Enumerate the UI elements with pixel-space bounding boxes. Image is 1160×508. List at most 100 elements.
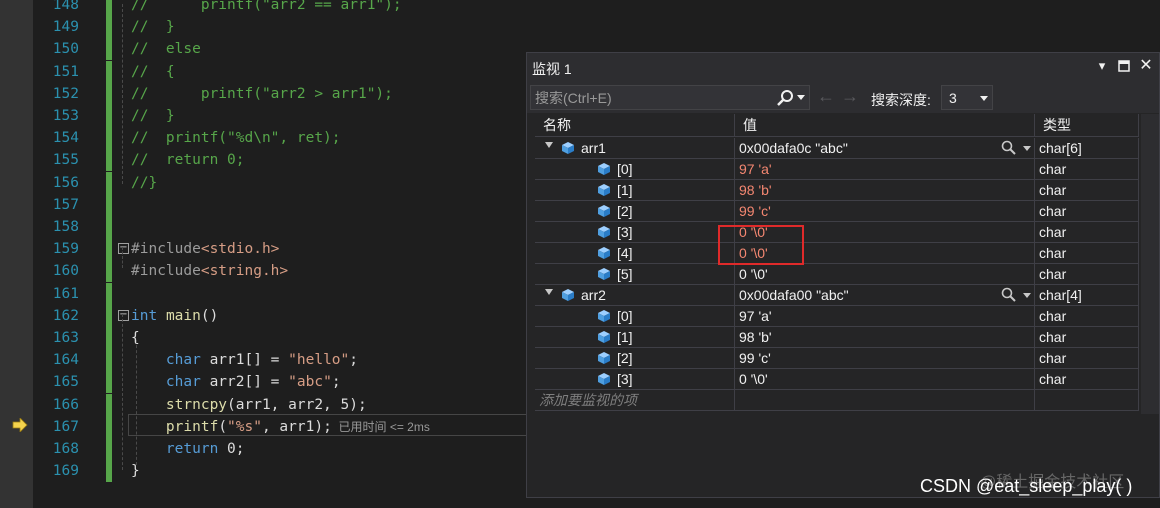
change-marker xyxy=(106,127,112,150)
search-depth-label: 搜索深度: xyxy=(871,92,931,108)
change-marker xyxy=(106,171,112,194)
variable-icon xyxy=(562,289,574,301)
watch-value-cell[interactable]: 97 'a' xyxy=(735,159,1035,179)
watch-name: arr2 xyxy=(581,287,606,303)
watch-row[interactable]: [3] 0 '\0' char xyxy=(535,222,1139,243)
code-text: strncpy(arr1, arr2, 5); xyxy=(165,396,367,413)
line-number: 153 xyxy=(52,108,79,124)
code-line[interactable]: 159 − #include<stdio.h> xyxy=(33,238,533,261)
line-number: 148 xyxy=(52,0,79,13)
code-line[interactable]: 156 //} xyxy=(33,171,533,194)
code-line[interactable]: 161 xyxy=(33,282,533,305)
code-line[interactable]: 160 #include<string.h> xyxy=(33,260,533,283)
column-header-name[interactable]: 名称 xyxy=(535,114,735,137)
glyph-margin[interactable] xyxy=(0,0,33,508)
watch-name-cell: [3] xyxy=(535,369,735,389)
scrollbar[interactable] xyxy=(1141,114,1159,414)
collapse-icon[interactable]: − xyxy=(118,243,129,255)
code-line[interactable]: 169} xyxy=(33,460,533,483)
watch-value-cell[interactable]: 0 '\0' xyxy=(735,264,1035,284)
close-icon[interactable]: ✕ xyxy=(1137,57,1155,75)
change-marker xyxy=(106,149,112,172)
watch-value-cell[interactable]: 0x00dafa00 "abc" xyxy=(735,285,1035,305)
change-marker xyxy=(106,60,112,83)
watermark: CSDN @eat_sleep_play( ) xyxy=(920,476,1133,496)
watch-value-cell[interactable]: 0x00dafa0c "abc" xyxy=(735,138,1035,158)
code-line[interactable]: 153 // } xyxy=(33,105,533,127)
watch-row[interactable]: [0] 97 'a' char xyxy=(535,159,1139,180)
code-line[interactable]: 166 strncpy(arr1, arr2, 5); xyxy=(33,393,533,416)
watch-type: char[6] xyxy=(1035,138,1139,158)
watch-row[interactable]: arr1 0x00dafa0c "abc" char[6] xyxy=(535,138,1139,159)
line-number: 155 xyxy=(52,152,79,169)
change-marker xyxy=(106,371,112,394)
code-line[interactable]: 163{ xyxy=(33,327,533,349)
watch-row[interactable]: [1] 98 'b' char xyxy=(535,327,1139,348)
search-icon[interactable] xyxy=(775,88,795,108)
watch-row[interactable]: [2] 99 'c' char xyxy=(535,201,1139,222)
watch-name: [0] xyxy=(617,161,633,177)
watch-window[interactable]: 监视 1 ▾ ✕ ← → 搜索深度: 3 名称 值 类型 arr1 0x00daf… xyxy=(526,52,1160,498)
line-number: 159 xyxy=(52,241,79,258)
watch-row[interactable]: [0] 97 'a' char xyxy=(535,306,1139,327)
code-line[interactable]: 168 return 0; xyxy=(33,438,533,460)
watch-value-cell[interactable]: 98 'b' xyxy=(735,180,1035,200)
chevron-down-icon[interactable] xyxy=(980,96,988,101)
search-depth-select[interactable]: 3 xyxy=(941,85,993,110)
expand-icon[interactable] xyxy=(545,142,553,148)
line-number: 169 xyxy=(52,463,79,480)
watch-name: arr1 xyxy=(581,140,606,156)
forward-arrow-icon[interactable]: → xyxy=(841,87,861,106)
add-watch-row[interactable]: 添加要监视的项 xyxy=(535,390,1139,411)
visualizer-dropdown-icon[interactable] xyxy=(1023,146,1031,151)
search-input[interactable] xyxy=(535,89,765,107)
variable-icon xyxy=(598,352,610,364)
watch-row[interactable]: [1] 98 'b' char xyxy=(535,180,1139,201)
line-number: 168 xyxy=(52,441,79,457)
watch-row[interactable]: [4] 0 '\0' char xyxy=(535,243,1139,264)
watch-title-bar[interactable]: 监视 1 ▾ ✕ xyxy=(527,53,1159,81)
code-line[interactable]: 164 char arr1[] = "hello"; xyxy=(33,349,533,372)
indent-guide xyxy=(122,4,123,184)
add-watch-input[interactable]: 添加要监视的项 xyxy=(535,392,637,408)
variable-icon xyxy=(598,373,610,385)
search-box[interactable] xyxy=(530,85,810,110)
back-arrow-icon[interactable]: ← xyxy=(817,87,837,106)
watch-name-cell: [0] xyxy=(535,159,735,179)
code-line[interactable]: 158 xyxy=(33,216,533,238)
code-line[interactable]: 154 // printf("%d\n", ret); xyxy=(33,127,533,150)
maximize-icon[interactable] xyxy=(1115,57,1133,75)
code-line[interactable]: 155 // return 0; xyxy=(33,149,533,172)
watch-value-cell[interactable]: 0 '\0' xyxy=(735,369,1035,389)
watch-row[interactable]: [3] 0 '\0' char xyxy=(535,369,1139,390)
watch-value-cell[interactable]: 98 'b' xyxy=(735,327,1035,347)
code-line[interactable]: 149 // } xyxy=(33,16,533,39)
watch-row[interactable]: [5] 0 '\0' char xyxy=(535,264,1139,285)
expand-icon[interactable] xyxy=(545,289,553,295)
code-line[interactable]: 165 char arr2[] = "abc"; xyxy=(33,371,533,394)
code-line[interactable]: 151 // { xyxy=(33,60,533,83)
window-menu-icon[interactable]: ▾ xyxy=(1093,57,1111,75)
add-watch-cell[interactable]: 添加要监视的项 xyxy=(535,390,735,410)
code-line[interactable]: 152 // printf("arr2 > arr1"); xyxy=(33,82,533,105)
watch-value-cell[interactable]: 99 'c' xyxy=(735,348,1035,368)
magnifier-icon[interactable] xyxy=(1001,287,1017,303)
code-line[interactable]: 162 − int main() xyxy=(33,304,533,327)
code-line[interactable]: 148 // printf("arr2 == arr1"); xyxy=(33,0,533,16)
watch-value-cell[interactable]: 97 'a' xyxy=(735,306,1035,326)
watch-row[interactable]: [2] 99 'c' char xyxy=(535,348,1139,369)
code-line[interactable]: 157 xyxy=(33,193,533,216)
line-number: 154 xyxy=(52,130,79,147)
column-header-value[interactable]: 值 xyxy=(735,114,1035,137)
watch-name: [4] xyxy=(617,245,633,261)
visualizer-dropdown-icon[interactable] xyxy=(1023,293,1031,298)
column-header-type[interactable]: 类型 xyxy=(1035,114,1139,137)
search-dropdown-icon[interactable] xyxy=(797,95,805,100)
change-marker xyxy=(106,327,112,349)
change-marker xyxy=(106,460,112,483)
collapse-icon[interactable]: − xyxy=(118,309,129,321)
code-line[interactable]: 150 // else xyxy=(33,38,533,61)
watch-row[interactable]: arr2 0x00dafa00 "abc" char[4] xyxy=(535,285,1139,306)
watch-value-cell[interactable]: 99 'c' xyxy=(735,201,1035,221)
magnifier-icon[interactable] xyxy=(1001,140,1017,156)
